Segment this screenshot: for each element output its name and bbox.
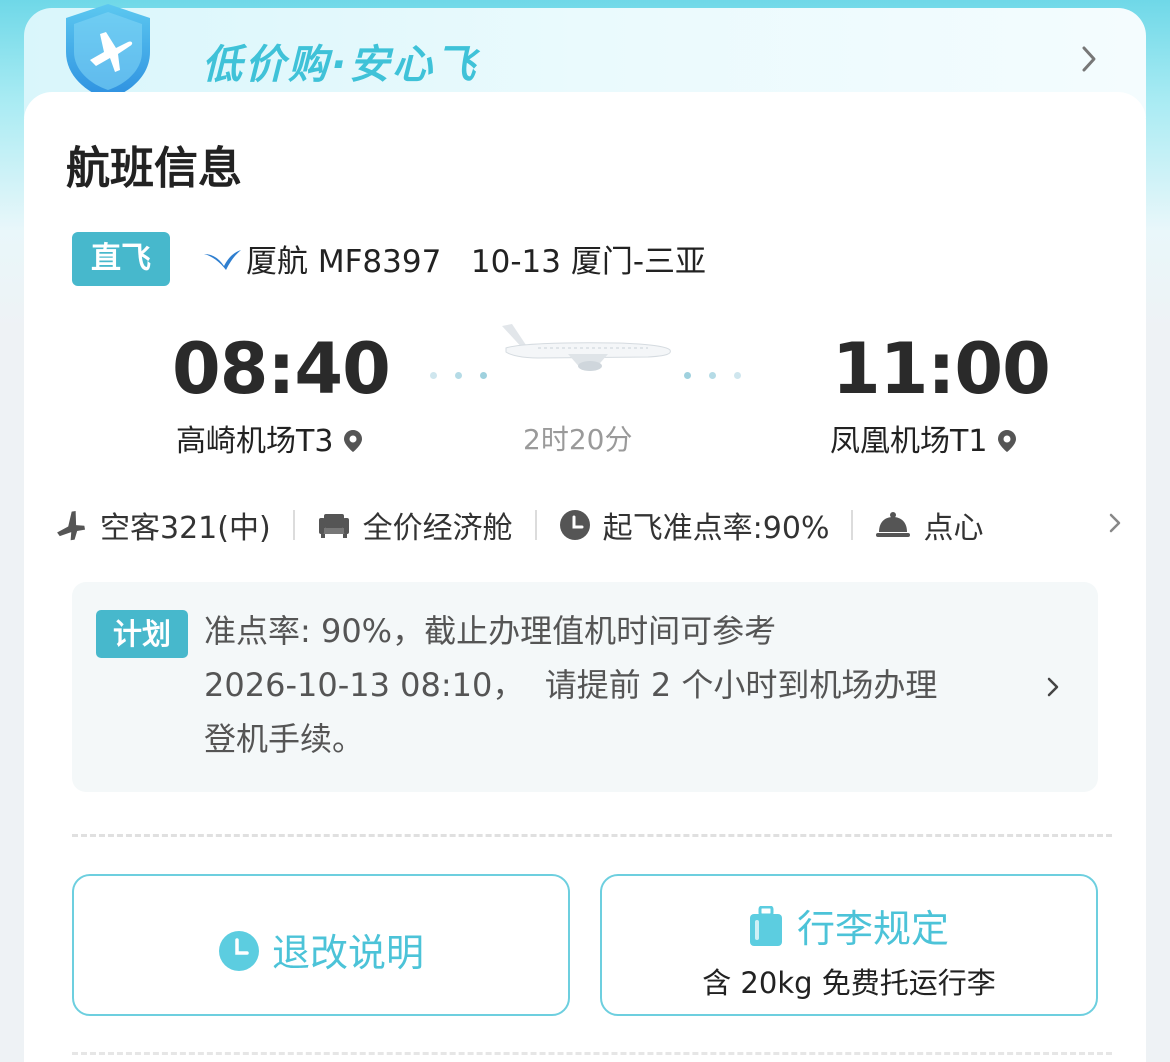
baggage-policy-button[interactable]: 行李规定 含 20kg 免费托运行李 <box>600 874 1098 1016</box>
departure-airport[interactable]: 高崎机场T3 <box>176 416 363 460</box>
feature-cabin: 全价经济舱 <box>317 503 513 547</box>
location-pin-icon <box>998 430 1017 452</box>
refund-policy-label: 退改说明 <box>271 931 424 975</box>
airline-logo-icon <box>204 250 241 270</box>
feature-meal-label: 点心 <box>923 511 984 546</box>
luggage-icon <box>749 905 782 946</box>
feature-meal: 点心 <box>875 503 983 547</box>
flight-info-card: 航班信息 直飞 厦航 MF8397 10-13 厦门-三亚 08:40 11:0… <box>24 92 1146 1062</box>
flight-features-row[interactable]: 空客321(中) 全价经济舱 起飞准点率:90% 点心 <box>54 500 1124 550</box>
baggage-allowance: 含 20kg 免费托运行李 <box>702 966 996 1000</box>
clock-icon <box>218 931 259 971</box>
departure-time: 08:40 <box>172 328 391 410</box>
divider <box>851 510 854 540</box>
direct-flight-badge: 直飞 <box>72 232 170 286</box>
plane-icon <box>57 510 86 541</box>
notice-line: 登机手续。 <box>204 720 365 758</box>
flight-duration: 2时20分 <box>523 423 633 456</box>
feature-aircraft-label: 空客321(中) <box>100 511 271 546</box>
checkin-notice[interactable]: 计划 准点率: 90%，截止办理值机时间可参考 2026-10-13 08:10… <box>72 582 1098 792</box>
notice-line: 2026-10-13 08:10， 请提前 2 个小时到机场办理 <box>204 666 938 704</box>
arrival-airport[interactable]: 凤凰机场T1 <box>830 416 1017 460</box>
route-dots-left <box>430 364 505 379</box>
plan-badge: 计划 <box>96 610 188 658</box>
chevron-right-icon[interactable] <box>1106 510 1124 536</box>
banner-slogan: 低价购·安心飞 <box>202 42 479 88</box>
notice-text: 准点率: 90%，截止办理值机时间可参考 2026-10-13 08:10， 请… <box>204 604 1024 766</box>
feature-cabin-label: 全价经济舱 <box>362 511 513 546</box>
notice-line: 准点率: 90%，截止办理值机时间可参考 <box>204 612 777 650</box>
feature-aircraft: 空客321(中) <box>54 503 271 547</box>
arrival-airport-label: 凤凰机场T1 <box>830 424 988 459</box>
clock-icon <box>559 510 590 540</box>
departure-airport-label: 高崎机场T3 <box>176 424 334 459</box>
shield-plane-icon <box>66 4 150 100</box>
feature-ontime: 起飞准点率:90% <box>559 503 830 547</box>
divider <box>72 1052 1112 1055</box>
location-pin-icon <box>344 430 363 452</box>
flight-number: MF8397 <box>317 244 442 280</box>
divider <box>292 510 295 540</box>
divider <box>534 510 537 540</box>
chevron-right-icon[interactable] <box>1076 42 1102 76</box>
flight-summary: 厦航 MF8397 10-13 厦门-三亚 <box>246 236 706 281</box>
refund-policy-button[interactable]: 退改说明 <box>72 874 570 1016</box>
airplane-illustration <box>502 324 671 371</box>
arrival-time: 11:00 <box>832 328 1051 410</box>
meal-icon <box>876 512 911 537</box>
baggage-policy-label: 行李规定 <box>796 907 949 951</box>
feature-ontime-label: 起飞准点率:90% <box>602 511 830 546</box>
divider <box>72 834 1112 837</box>
route-dots-right <box>684 364 759 379</box>
airline-name: 厦航 <box>246 244 308 280</box>
chevron-right-icon <box>1047 677 1059 697</box>
card-title: 航班信息 <box>66 143 242 194</box>
seat-icon <box>318 514 349 538</box>
date-route: 10-13 厦门-三亚 <box>470 244 707 280</box>
